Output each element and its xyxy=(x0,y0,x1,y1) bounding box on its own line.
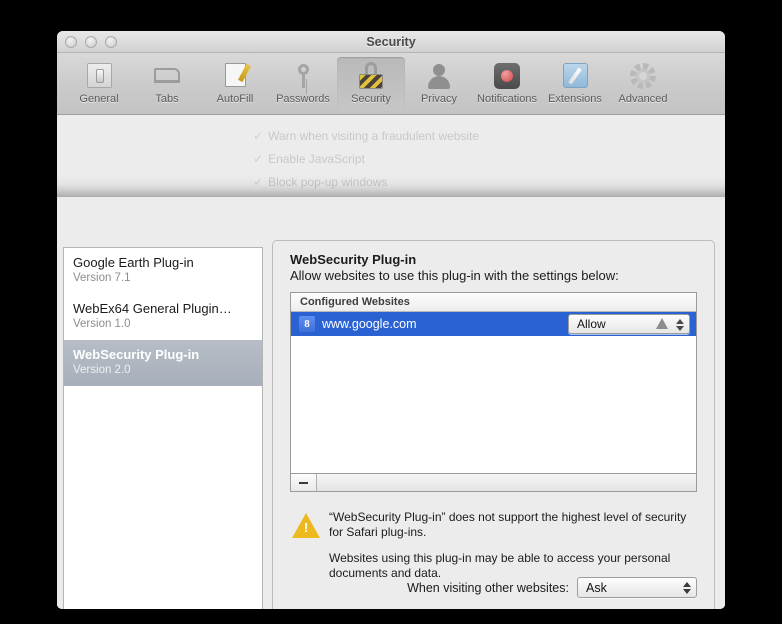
ghost-checkbox-fraudulent: ✓ Warn when visiting a fraudulent website xyxy=(253,129,480,143)
checkmark-icon: ✓ xyxy=(253,129,264,143)
warning-triangle-icon xyxy=(656,318,668,329)
security-settings-pane: ✓ Warn when visiting a fraudulent website… xyxy=(57,115,725,609)
toolbar-item-autofill[interactable]: AutoFill xyxy=(201,57,269,111)
toolbar-item-tabs[interactable]: Tabs xyxy=(133,57,201,111)
toolbar-label-advanced: Advanced xyxy=(618,93,668,105)
toolbar-label-privacy: Privacy xyxy=(420,93,458,105)
notifications-icon xyxy=(491,60,523,91)
window-title: Security xyxy=(366,35,416,49)
warning-triangle-icon xyxy=(292,513,320,538)
table-body: 8 www.google.com Allow xyxy=(291,312,696,473)
toolbar-item-notifications[interactable]: Notifications xyxy=(473,57,541,111)
chevron-updown-icon xyxy=(675,317,684,333)
autofill-icon xyxy=(219,60,251,91)
close-button[interactable] xyxy=(65,36,77,48)
plugin-name: WebSecurity Plug-in xyxy=(73,347,200,362)
minimize-button[interactable] xyxy=(85,36,97,48)
minus-icon xyxy=(299,481,308,484)
site-url: www.google.com xyxy=(322,317,417,331)
other-websites-row: When visiting other websites: Ask xyxy=(407,577,697,598)
table-column-header: Configured Websites xyxy=(291,293,696,312)
other-websites-label: When visiting other websites: xyxy=(407,580,569,595)
plugin-version: Version 1.0 xyxy=(73,318,131,330)
table-footer-bar xyxy=(290,474,697,492)
plugin-list[interactable]: Google Earth Plug-in Version 7.1 WebEx64… xyxy=(63,247,263,609)
configured-websites-table[interactable]: Configured Websites 8 www.google.com All… xyxy=(290,292,697,474)
toolbar-label-security: Security xyxy=(351,93,391,105)
warning-line-1: “WebSecurity Plug-in” does not support t… xyxy=(329,510,687,539)
toolbar-item-extensions[interactable]: Extensions xyxy=(541,57,609,111)
list-item[interactable]: WebEx64 General Plugin… Version 1.0 xyxy=(64,294,262,340)
plugin-detail-panel: WebSecurity Plug-in Allow websites to us… xyxy=(272,240,715,609)
permission-popup-button[interactable]: Allow xyxy=(568,314,690,334)
list-item[interactable]: WebSecurity Plug-in Version 2.0 xyxy=(64,340,262,386)
plugin-name: Google Earth Plug-in xyxy=(73,255,194,270)
plugin-version: Version 2.0 xyxy=(73,364,131,376)
ghost-checkbox-javascript: ✓ Enable JavaScript xyxy=(253,152,365,166)
toolbar-item-general[interactable]: General xyxy=(65,57,133,111)
tabs-icon xyxy=(151,60,183,91)
toolbar-label-general: General xyxy=(79,93,119,105)
security-preferences-window: Security General Tabs AutoFill Passwords… xyxy=(57,31,725,609)
toolbar-label-autofill: AutoFill xyxy=(216,93,254,105)
page-title: WebSecurity Plug-in xyxy=(290,252,417,267)
toolbar-label-tabs: Tabs xyxy=(155,93,179,105)
manage-website-settings-sheet: Google Earth Plug-in Version 7.1 WebEx64… xyxy=(57,197,725,609)
ghost-checkbox-popups: ✓ Block pop-up windows xyxy=(253,175,388,189)
toolbar-label-passwords: Passwords xyxy=(276,93,330,105)
other-websites-popup-button[interactable]: Ask xyxy=(577,577,697,598)
list-item[interactable]: Google Earth Plug-in Version 7.1 xyxy=(64,248,262,294)
site-favicon-icon: 8 xyxy=(299,316,315,332)
other-websites-value: Ask xyxy=(586,580,607,595)
toolbar-label-extensions: Extensions xyxy=(548,93,602,105)
extensions-icon xyxy=(559,60,591,91)
remove-website-button[interactable] xyxy=(291,474,317,491)
plugin-security-warning: “WebSecurity Plug-in” does not support t… xyxy=(292,510,697,581)
table-row[interactable]: 8 www.google.com Allow xyxy=(291,312,696,336)
general-icon xyxy=(83,60,115,91)
toolbar-item-privacy[interactable]: Privacy xyxy=(405,57,473,111)
toolbar-label-notifications: Notifications xyxy=(477,93,537,105)
gear-icon xyxy=(627,60,659,91)
lock-icon xyxy=(355,60,387,91)
toolbar-item-passwords[interactable]: Passwords xyxy=(269,57,337,111)
checkmark-icon: ✓ xyxy=(253,175,264,189)
detail-subtitle: Allow websites to use this plug-in with … xyxy=(290,268,619,283)
passwords-key-icon xyxy=(287,60,319,91)
preferences-toolbar: General Tabs AutoFill Passwords Security… xyxy=(57,53,725,115)
permission-value: Allow xyxy=(577,317,606,331)
toolbar-item-advanced[interactable]: Advanced xyxy=(609,57,677,111)
checkmark-icon: ✓ xyxy=(253,152,264,166)
window-titlebar: Security xyxy=(57,31,725,53)
toolbar-item-security[interactable]: Security xyxy=(337,57,405,111)
plugin-name: WebEx64 General Plugin… xyxy=(73,301,232,316)
zoom-button[interactable] xyxy=(105,36,117,48)
chevron-updown-icon xyxy=(682,580,691,596)
person-icon xyxy=(423,60,455,91)
traffic-lights xyxy=(65,36,117,48)
plugin-version: Version 7.1 xyxy=(73,272,131,284)
